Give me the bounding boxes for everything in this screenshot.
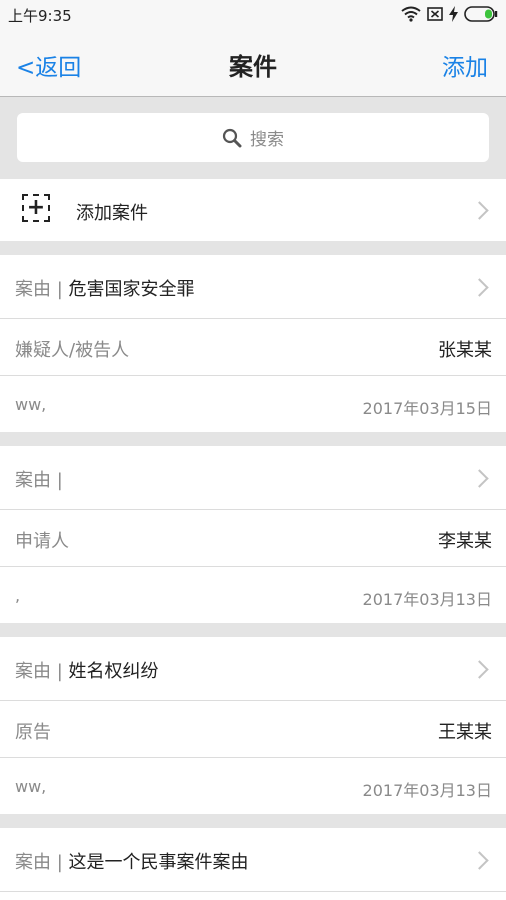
case-cause-row[interactable]: 案由 | 危害国家安全罪 bbox=[0, 255, 506, 319]
case-party-row: 嫌疑人/被告人 张某某 bbox=[0, 319, 506, 376]
section-separator bbox=[0, 814, 506, 828]
search-icon bbox=[222, 128, 242, 147]
chevron-right-icon bbox=[470, 660, 489, 679]
status-bar: 上午9:35 bbox=[0, 0, 506, 28]
case-party-row: 原告 王某某 bbox=[0, 701, 506, 758]
case-cause: 案由 | bbox=[15, 466, 63, 492]
case-date: 2017年03月13日 bbox=[362, 781, 492, 800]
chevron-right-icon bbox=[470, 201, 489, 220]
case-meta-row: ww, 2017年03月13日 bbox=[0, 758, 506, 814]
case-cause-row[interactable]: 案由 | bbox=[0, 446, 506, 510]
section-separator bbox=[0, 241, 506, 255]
chevron-right-icon bbox=[470, 469, 489, 488]
case-note: ww, bbox=[15, 777, 47, 796]
case-note: , bbox=[15, 586, 21, 605]
section-separator bbox=[0, 432, 506, 446]
battery-icon bbox=[464, 6, 498, 22]
case-cause-value: 这是一个民事案件案由 bbox=[68, 852, 249, 873]
search-area: 搜索 bbox=[0, 97, 506, 179]
case-cause: 案由 | 危害国家安全罪 bbox=[15, 275, 195, 301]
search-placeholder: 搜索 bbox=[250, 130, 284, 150]
charging-icon bbox=[449, 6, 458, 22]
wifi-icon bbox=[401, 6, 421, 22]
section-separator bbox=[0, 623, 506, 637]
sim-off-icon bbox=[427, 7, 443, 21]
case-note: ww, bbox=[15, 395, 47, 414]
back-button[interactable]: <返回 bbox=[16, 48, 81, 82]
add-icon: + bbox=[22, 194, 50, 222]
add-case-label: 添加案件 bbox=[76, 203, 148, 224]
case-date: 2017年03月13日 bbox=[362, 590, 492, 609]
navigation-bar: <返回 案件 添加 bbox=[0, 28, 506, 97]
case-cause-label: 案由 | bbox=[15, 852, 69, 873]
case-cause-value: 危害国家安全罪 bbox=[68, 279, 195, 300]
chevron-right-icon bbox=[470, 851, 489, 870]
case-party-name: 张某某 bbox=[438, 340, 492, 361]
case-meta-row: ww, 2017年03月15日 bbox=[0, 376, 506, 432]
case-cause-label: 案由 | bbox=[15, 661, 69, 682]
case-cause-value: 姓名权纠纷 bbox=[68, 661, 159, 682]
case-meta-row: , 2017年03月13日 bbox=[0, 567, 506, 623]
search-input[interactable]: 搜索 bbox=[17, 113, 489, 162]
case-party-label: 申请人 bbox=[15, 531, 69, 552]
case-cause: 案由 | 这是一个民事案件案由 bbox=[15, 848, 249, 874]
case-cause: 案由 | 姓名权纠纷 bbox=[15, 657, 159, 683]
case-party-label: 嫌疑人/被告人 bbox=[15, 340, 130, 361]
case-cause-row[interactable]: 案由 | 这是一个民事案件案由 bbox=[0, 828, 506, 892]
case-cause-row[interactable]: 案由 | 姓名权纠纷 bbox=[0, 637, 506, 701]
chevron-right-icon bbox=[470, 278, 489, 297]
status-time: 上午9:35 bbox=[8, 7, 72, 25]
case-date: 2017年03月15日 bbox=[362, 399, 492, 418]
case-cause-label: 案由 | bbox=[15, 279, 69, 300]
case-party-row: 申请人 李某某 bbox=[0, 510, 506, 567]
case-cause-label: 案由 | bbox=[15, 470, 63, 491]
case-party-name: 王某某 bbox=[438, 722, 492, 743]
status-icons bbox=[401, 5, 498, 23]
add-button[interactable]: 添加 bbox=[442, 48, 488, 82]
case-party-label: 原告 bbox=[15, 722, 51, 743]
case-party-name: 李某某 bbox=[438, 531, 492, 552]
add-case-row[interactable]: + 添加案件 bbox=[0, 179, 506, 241]
